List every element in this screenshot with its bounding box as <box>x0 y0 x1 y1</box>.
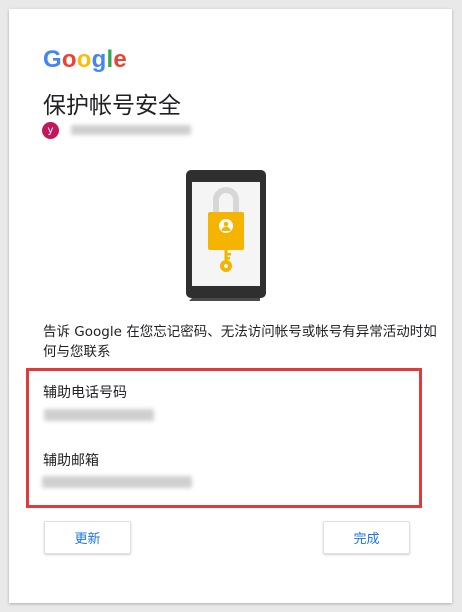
recovery-phone-value-redacted <box>44 409 154 421</box>
logo-letter: g <box>91 46 107 73</box>
recovery-email-value-redacted <box>42 476 192 488</box>
done-button[interactable]: 完成 <box>323 521 410 554</box>
update-button[interactable]: 更新 <box>44 521 131 554</box>
avatar: y <box>42 121 59 139</box>
logo-letter: o <box>76 46 92 73</box>
page-title: 保护帐号安全 <box>43 93 181 119</box>
account-email-redacted <box>71 125 191 135</box>
logo-letter: o <box>61 46 77 73</box>
recovery-email-label: 辅助邮箱 <box>43 453 99 469</box>
logo-letter: l <box>106 46 114 73</box>
description-text: 告诉 Google 在您忘记密码、无法访问帐号或帐号有异常活动时如何与您联系 <box>43 324 437 360</box>
recovery-phone-label: 辅助电话号码 <box>43 385 127 401</box>
account-chip: y <box>42 121 191 139</box>
phone-lock-illustration-icon <box>186 170 266 301</box>
logo-letter: G <box>43 46 62 73</box>
logo-letter: e <box>113 46 127 73</box>
google-logo: Google <box>43 46 127 74</box>
